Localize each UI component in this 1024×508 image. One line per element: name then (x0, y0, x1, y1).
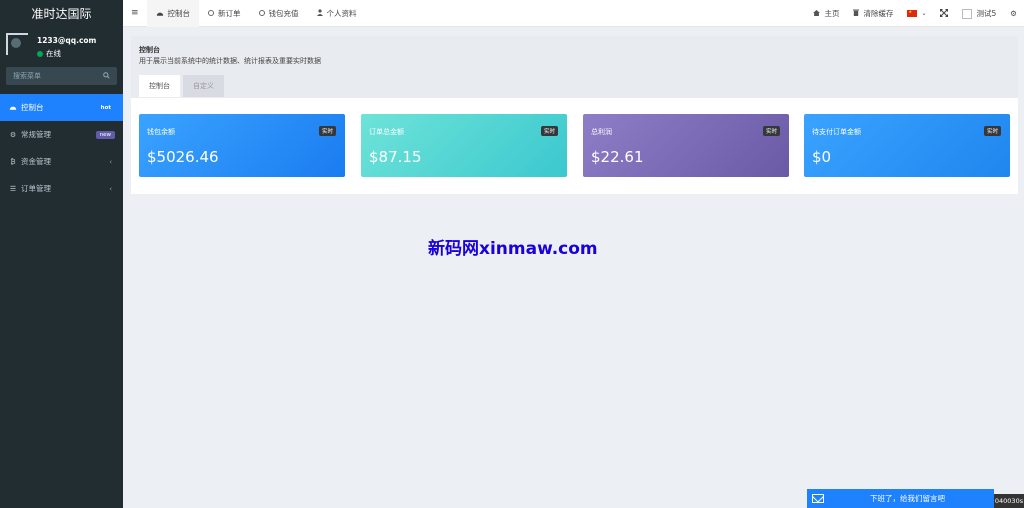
watermark-text: 新码网xinmaw.com (428, 239, 598, 259)
sidebar-item-label: 常规管理 (21, 130, 51, 139)
content-tabs: 控制台 自定义 (139, 75, 224, 97)
realtime-badge: 实时 (540, 126, 558, 136)
circle-icon (208, 10, 215, 16)
stat-card-order-total: 订单总金额 实时 $87.15 (361, 114, 567, 177)
menu-search-placeholder: 搜索菜单 (13, 72, 41, 80)
card-value: $22.61 (591, 148, 644, 166)
sidebar-item-label: 订单管理 (21, 184, 51, 193)
card-label: 待支付订单金额 (812, 128, 861, 136)
tab-label: 控制台 (167, 8, 191, 18)
card-label: 订单总金额 (369, 128, 404, 136)
card-value: $5026.46 (147, 148, 219, 166)
stat-card-pending-payment: 待支付订单金额 实时 $0 (804, 114, 1010, 177)
card-label: 钱包余额 (147, 128, 175, 136)
card-value: $87.15 (369, 148, 422, 166)
page-description: 用于展示当前系统中的统计数据、统计报表及重要实时数据 (139, 57, 321, 65)
home-label: 主页 (824, 9, 840, 18)
tab-new-order[interactable]: 新订单 (199, 0, 250, 27)
sidebar-item-funds[interactable]: ₿ 资金管理 ‹ (0, 148, 123, 175)
tab-profile[interactable]: 个人资料 (308, 0, 366, 27)
dashboard-icon (156, 9, 164, 18)
user-status: 在线 (37, 48, 61, 59)
menu-search-input[interactable]: 搜索菜单 (6, 67, 117, 85)
avatar (962, 8, 973, 19)
sidebar-menu: 控制台 hot ⚙ 常规管理 new ₿ 资金管理 ‹ ☰ 订单管理 ‹ (0, 94, 123, 202)
china-flag-icon (907, 10, 918, 17)
stat-card-total-profit: 总利润 实时 $22.61 (583, 114, 789, 177)
avatar (6, 33, 28, 55)
tab-label: 新订单 (218, 8, 241, 18)
realtime-badge: 实时 (983, 126, 1001, 136)
user-name: 1233@qq.com (37, 36, 97, 45)
tab-dashboard[interactable]: 控制台 (146, 0, 200, 27)
username-label: 测试5 (976, 9, 997, 18)
cogs-icon: ⚙ (1010, 9, 1017, 18)
chevron-down-icon: ⌄ (921, 10, 927, 17)
tab-console[interactable]: 控制台 (139, 75, 180, 97)
chevron-left-icon: ‹ (109, 184, 112, 193)
navbar-right: 主页 清除缓存 ⌄ 测试5 ⚙ (806, 0, 1024, 27)
content-header: 控制台 用于展示当前系统中的统计数据、统计报表及重要实时数据 控制台 自定义 (131, 36, 1018, 98)
language-dropdown[interactable]: ⌄ (900, 0, 933, 27)
sidebar-item-label: 资金管理 (21, 157, 51, 166)
card-label: 总利润 (591, 128, 612, 136)
sidebar: 准时达国际 1233@qq.com 在线 搜索菜单 控制台 hot ⚙ 常规管理… (0, 0, 123, 508)
fullscreen-icon (940, 8, 949, 19)
stat-card-wallet-balance: 钱包余额 实时 $5026.46 (139, 114, 345, 177)
tab-label: 个人资料 (326, 8, 357, 18)
top-navbar: ≡ 控制台 新订单 钱包充值 个人资料 主页 清除缓存 ★ ⌄ 测试5 ⚙ (123, 0, 1024, 27)
leave-message-bar[interactable]: 下班了，给我们留言吧 (807, 489, 994, 508)
realtime-badge: 实时 (318, 126, 336, 136)
brand-logo[interactable]: 准时达国际 (0, 0, 123, 27)
user-status-label: 在线 (46, 49, 61, 58)
sidebar-item-dashboard[interactable]: 控制台 hot (0, 94, 123, 121)
tab-label: 钱包充值 (268, 8, 299, 18)
sidebar-item-label: 控制台 (21, 103, 44, 112)
tab-wallet-recharge[interactable]: 钱包充值 (250, 0, 308, 27)
envelope-icon (812, 494, 824, 503)
home-link[interactable]: 主页 (806, 0, 846, 27)
sidebar-item-general[interactable]: ⚙ 常规管理 new (0, 121, 123, 148)
corner-tag: 040030s (994, 494, 1024, 508)
user-panel: 1233@qq.com 在线 (0, 27, 123, 64)
hot-badge: hot (100, 104, 111, 111)
card-value: $0 (812, 148, 832, 166)
clear-cache-label: 清除缓存 (863, 9, 894, 18)
new-badge: new (95, 130, 115, 139)
cogs-icon: ⚙ (9, 130, 17, 139)
home-icon (813, 9, 821, 18)
tab-custom[interactable]: 自定义 (183, 75, 224, 97)
trash-icon (853, 9, 860, 18)
dashboard-icon (9, 104, 17, 112)
sidebar-item-orders[interactable]: ☰ 订单管理 ‹ (0, 175, 123, 202)
menu-toggle-icon[interactable]: ≡ (123, 0, 147, 27)
circle-icon (258, 10, 265, 16)
bitcoin-icon: ₿ (10, 157, 16, 166)
user-menu[interactable]: 测试5 (955, 0, 1003, 27)
list-icon: ☰ (9, 184, 17, 193)
online-dot-icon (37, 50, 43, 57)
chevron-left-icon: ‹ (109, 157, 112, 166)
user-icon (316, 8, 323, 18)
page-title: 控制台 (139, 46, 160, 54)
message-bar-label: 下班了，给我们留言吧 (870, 494, 945, 503)
stats-panel: 钱包余额 实时 $5026.46 订单总金额 实时 $87.15 总利润 实时 … (131, 98, 1018, 194)
realtime-badge: 实时 (762, 126, 780, 136)
settings-button[interactable]: ⚙ (1003, 0, 1024, 27)
fullscreen-button[interactable] (933, 0, 955, 27)
search-icon[interactable] (103, 71, 110, 81)
clear-cache-button[interactable]: 清除缓存 (846, 0, 900, 27)
